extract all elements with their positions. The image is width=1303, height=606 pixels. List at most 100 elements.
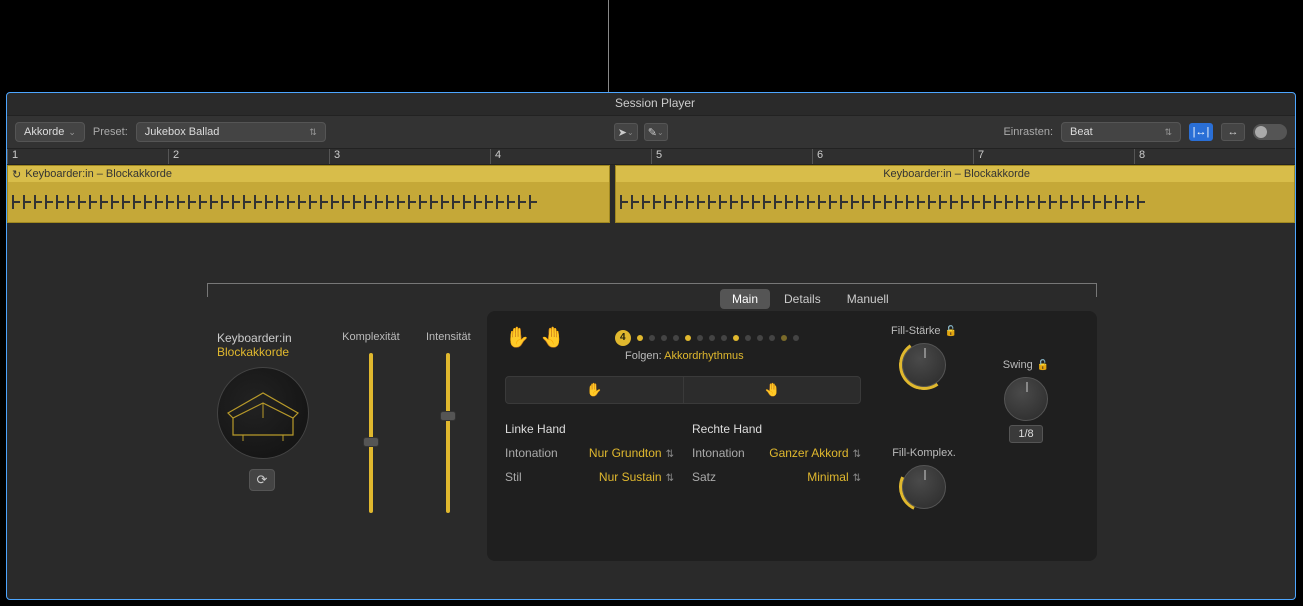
preset-dropdown[interactable]: Jukebox Ballad ⇅ xyxy=(136,122,326,142)
mode-dropdown[interactable]: Akkorde ⌄ xyxy=(15,122,85,142)
param-label: Intonation xyxy=(505,446,558,460)
param-label: Intonation xyxy=(692,446,745,460)
right-hand-icon[interactable]: ✋ xyxy=(540,325,565,350)
beat-dot[interactable] xyxy=(781,335,787,341)
editor-tabs: Main Details Manuell xyxy=(720,289,901,309)
beat-dot[interactable] xyxy=(661,335,667,341)
fill-complexity-knob[interactable] xyxy=(902,465,946,509)
intensity-slider[interactable] xyxy=(446,353,450,513)
updown-icon: ⇅ xyxy=(853,449,861,460)
loop-icon: ↻ xyxy=(12,168,21,181)
region-track[interactable]: ↻ Keyboarder:in – Blockakkorde ↻ Keyboar… xyxy=(7,165,1295,223)
beat-dot[interactable] xyxy=(637,335,643,341)
snap-label: Einrasten: xyxy=(1003,126,1053,138)
beat-dot[interactable] xyxy=(793,335,799,341)
beat-count-badge: 4 xyxy=(615,330,631,346)
beat-dot[interactable] xyxy=(757,335,763,341)
swing-knob[interactable] xyxy=(1004,377,1048,421)
follow-label: Folgen: xyxy=(625,350,662,362)
chevron-down-icon: ⌄ xyxy=(627,128,634,137)
bar-marker: 7 xyxy=(973,149,1134,164)
bar-marker: 2 xyxy=(168,149,329,164)
beat-dot[interactable] xyxy=(769,335,775,341)
snap-dropdown[interactable]: Beat ⇅ xyxy=(1061,122,1181,142)
instrument-avatar[interactable] xyxy=(217,367,309,459)
region-name: Keyboarder:in – Blockakkorde xyxy=(25,168,172,180)
intensity-label: Intensität xyxy=(426,331,471,343)
beat-dot[interactable] xyxy=(721,335,727,341)
performer-controls: Keyboarder:in Blockakkorde ⟳ Komplexi xyxy=(207,311,487,561)
left-style-row[interactable]: Stil Nur Sustain⇅ xyxy=(505,470,674,484)
swing-label: Swing xyxy=(1003,359,1033,371)
lock-icon[interactable]: 🔓 xyxy=(945,326,957,337)
callout-bracket xyxy=(207,283,1097,297)
updown-icon: ⇅ xyxy=(666,473,674,484)
left-hand-icon[interactable]: ✋ xyxy=(505,325,530,350)
slider-thumb[interactable] xyxy=(363,437,379,447)
complexity-label: Komplexität xyxy=(342,331,399,343)
instrument-style[interactable]: Blockakkorde xyxy=(217,345,322,359)
tab-details[interactable]: Details xyxy=(772,289,833,309)
toolbar: Akkorde ⌄ Preset: Jukebox Ballad ⇅ ➤⌄ ✎⌄… xyxy=(7,115,1295,149)
beat-dot[interactable] xyxy=(697,335,703,341)
region-header: ↻ Keyboarder:in – Blockakkorde xyxy=(616,166,1294,182)
updown-icon: ⇅ xyxy=(853,473,861,484)
right-hand-section: Rechte Hand Intonation Ganzer Akkord⇅ Sa… xyxy=(692,422,861,494)
param-label: Stil xyxy=(505,470,522,484)
tab-manual[interactable]: Manuell xyxy=(835,289,901,309)
beat-dot[interactable] xyxy=(673,335,679,341)
beat-dot[interactable] xyxy=(745,335,751,341)
chevron-down-icon: ⌄ xyxy=(68,127,76,138)
right-satz-row[interactable]: Satz Minimal ⇅ xyxy=(692,470,861,484)
updown-icon: ⇅ xyxy=(309,127,317,138)
region-2[interactable]: ↻ Keyboarder:in – Blockakkorde xyxy=(615,165,1295,223)
beat-dot[interactable] xyxy=(685,335,691,341)
tab-main[interactable]: Main xyxy=(720,289,770,309)
slider-thumb[interactable] xyxy=(440,411,456,421)
region-1[interactable]: ↻ Keyboarder:in – Blockakkorde xyxy=(7,165,610,223)
param-value: Nur Grundton xyxy=(589,446,662,460)
lock-icon[interactable]: 🔓 xyxy=(1037,360,1049,371)
follow-value[interactable]: Akkordrhythmus xyxy=(664,350,743,362)
bar-marker: 1 xyxy=(7,149,168,164)
window-title: Session Player xyxy=(615,96,695,110)
hands-segment-right[interactable]: ✋ xyxy=(684,377,861,403)
regenerate-button[interactable]: ⟳ xyxy=(249,469,275,491)
session-player-editor: Keyboarder:in Blockakkorde ⟳ Komplexi xyxy=(207,311,1097,561)
pencil-icon: ✎ xyxy=(648,126,657,139)
midi-preview xyxy=(8,182,609,222)
region-header: ↻ Keyboarder:in – Blockakkorde xyxy=(8,166,609,182)
right-intonation-row[interactable]: Intonation Ganzer Akkord⇅ xyxy=(692,446,861,460)
complexity-slider[interactable] xyxy=(369,353,373,513)
pointer-tool[interactable]: ➤⌄ xyxy=(614,123,638,141)
midi-preview xyxy=(616,182,1294,222)
snap-icon: |↔| xyxy=(1193,126,1210,138)
bar-marker: 8 xyxy=(1134,149,1295,164)
region-name: Keyboarder:in – Blockakkorde xyxy=(883,168,1030,180)
snap-value: Beat xyxy=(1070,126,1093,138)
param-value: Minimal xyxy=(807,470,848,484)
snap-toggle-button[interactable]: |↔| xyxy=(1189,123,1213,141)
left-intonation-row[interactable]: Intonation Nur Grundton⇅ xyxy=(505,446,674,460)
timeline-ruler[interactable]: 1 2 3 4 5 6 7 8 xyxy=(7,149,1295,165)
beat-dot[interactable] xyxy=(649,335,655,341)
hands-segment-left[interactable]: ✋ xyxy=(506,377,684,403)
fill-complexity-label: Fill-Komplex. xyxy=(892,447,956,459)
automation-toggle[interactable] xyxy=(1253,124,1287,140)
beat-dot[interactable] xyxy=(733,335,739,341)
swing-division-chip[interactable]: 1/8 xyxy=(1009,425,1042,443)
right-hand-title: Rechte Hand xyxy=(692,422,861,436)
fill-strength-knob[interactable] xyxy=(902,343,946,387)
bar-marker: 6 xyxy=(812,149,973,164)
instrument-role: Keyboarder:in xyxy=(217,331,322,345)
hands-segment-bar[interactable]: ✋ ✋ xyxy=(505,376,861,404)
mode-dropdown-label: Akkorde xyxy=(24,126,64,138)
param-label: Satz xyxy=(692,470,716,484)
session-player-window: Session Player Akkorde ⌄ Preset: Jukebox… xyxy=(6,92,1296,600)
pencil-tool[interactable]: ✎⌄ xyxy=(644,123,668,141)
beat-dot[interactable] xyxy=(709,335,715,341)
link-toggle-button[interactable]: ↔ xyxy=(1221,123,1245,141)
preset-label: Preset: xyxy=(93,126,128,138)
knobs-column: Fill-Stärke🔓 Swing🔓 1/8 Fill-Komplex. xyxy=(879,325,1079,547)
beat-pattern[interactable]: 4 xyxy=(615,330,799,346)
